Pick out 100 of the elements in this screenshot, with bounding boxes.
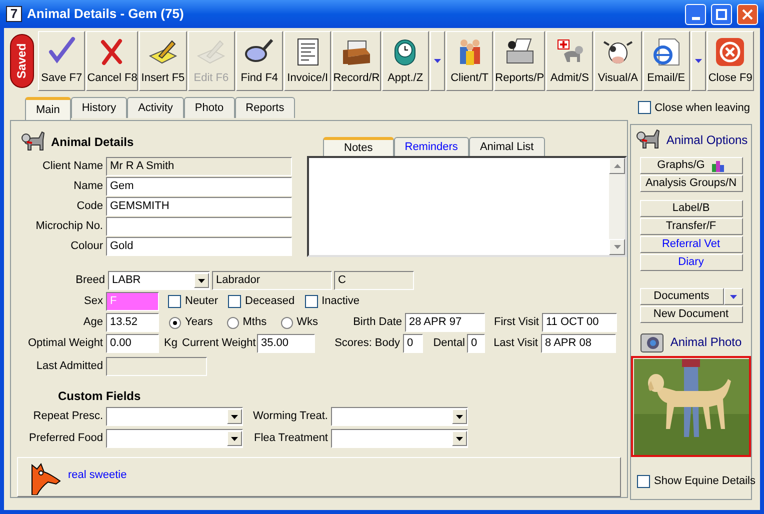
- radio-button[interactable]: [226, 316, 239, 328]
- chart-icon: [710, 158, 725, 172]
- dropdown[interactable]: [331, 407, 468, 426]
- toolbar-button[interactable]: Invoice/I: [284, 31, 332, 91]
- field-label: Kg: [164, 336, 178, 352]
- toolbar-button[interactable]: Email/E: [642, 31, 690, 91]
- field-label: Last Visit: [492, 336, 539, 352]
- notes-area[interactable]: [307, 156, 627, 257]
- text-field[interactable]: 13.52: [106, 313, 159, 332]
- text-field[interactable]: [106, 217, 292, 236]
- option-button[interactable]: Transfer/F: [640, 218, 742, 235]
- radio-label: Mths: [242, 315, 267, 330]
- option-button[interactable]: Label/B: [640, 200, 742, 217]
- tab[interactable]: Reminders: [394, 137, 469, 156]
- checkbox[interactable]: [637, 474, 650, 488]
- panel-title: Animal Photo: [670, 334, 742, 351]
- tab[interactable]: Photo: [184, 97, 235, 118]
- toolbar-button[interactable]: Find F4: [236, 31, 284, 91]
- checkbox[interactable]: [228, 295, 242, 308]
- close-button[interactable]: [737, 4, 758, 24]
- dropdown-button[interactable]: [724, 288, 742, 305]
- maximize-button[interactable]: [711, 4, 732, 24]
- memo-text: real sweetie: [68, 468, 127, 483]
- toolbar-button[interactable]: Insert F5: [139, 31, 187, 91]
- camera-icon: [640, 331, 664, 353]
- tab[interactable]: Main: [25, 97, 71, 120]
- option-button[interactable]: Diary: [640, 254, 742, 271]
- toolbar-button[interactable]: Reports/P: [494, 31, 546, 91]
- dropdown[interactable]: [106, 407, 243, 426]
- field-label: Birth Date: [352, 315, 403, 330]
- text-field[interactable]: 8 APR 08: [541, 334, 616, 353]
- tab[interactable]: Reports: [234, 97, 296, 118]
- tab[interactable]: History: [70, 97, 128, 118]
- text-field[interactable]: 0: [467, 334, 485, 353]
- field-label: Microchip No.: [34, 219, 104, 234]
- section-title: Animal Details: [51, 134, 134, 151]
- dropdown-button[interactable]: [690, 31, 706, 91]
- checkbox[interactable]: [304, 295, 318, 308]
- toolbar-button[interactable]: Visual/A: [594, 31, 642, 91]
- option-button[interactable]: New Document: [640, 306, 742, 323]
- app-icon: 7: [6, 6, 22, 22]
- down-arrow-icon: [614, 245, 620, 249]
- dropdown[interactable]: [106, 429, 243, 448]
- field-label: Optimal Weight: [27, 336, 104, 352]
- text-field[interactable]: C: [334, 271, 414, 290]
- text-field[interactable]: Gold: [106, 237, 292, 256]
- status-badge: Saved: [10, 34, 34, 88]
- option-button[interactable]: Analysis Groups/N: [640, 175, 742, 192]
- text-field[interactable]: Labrador: [212, 271, 332, 290]
- field-label: Scores: Body: [334, 336, 401, 352]
- text-field[interactable]: [106, 357, 207, 376]
- field-label: Current Weight: [182, 336, 257, 352]
- text-field[interactable]: Gem: [106, 177, 292, 196]
- text-field[interactable]: Mr R A Smith: [106, 157, 292, 176]
- dropdown-button[interactable]: [430, 31, 445, 91]
- text-field[interactable]: 11 OCT 00: [542, 313, 617, 332]
- option-button[interactable]: Graphs/G: [640, 157, 742, 174]
- up-arrow-icon: [614, 164, 620, 168]
- scrollbar[interactable]: [609, 158, 625, 255]
- option-button[interactable]: Documents: [640, 288, 724, 305]
- minimize-button[interactable]: [685, 4, 706, 24]
- toolbar-button[interactable]: Record/R: [332, 31, 381, 91]
- field-label: Dental: [432, 336, 466, 352]
- field-label: Code: [76, 199, 104, 214]
- tab[interactable]: Activity: [127, 97, 184, 118]
- caret-icon: [231, 414, 238, 418]
- field-label: Last Admitted: [35, 359, 104, 374]
- field-label: Repeat Presc.: [32, 409, 104, 424]
- caret-icon: [456, 436, 463, 440]
- text-field[interactable]: 0: [403, 334, 423, 353]
- checkbox[interactable]: [168, 295, 181, 308]
- field-label: Name: [72, 179, 104, 194]
- toolbar-button[interactable]: Cancel F8: [86, 31, 138, 91]
- radio-label: Years: [185, 315, 213, 330]
- field-label: Breed: [74, 273, 106, 288]
- tab[interactable]: Animal List: [468, 137, 545, 156]
- toolbar-button[interactable]: Client/T: [446, 31, 494, 91]
- tab[interactable]: Notes: [323, 137, 394, 156]
- text-field[interactable]: 35.00: [257, 334, 315, 353]
- toolbar-button[interactable]: Close F9: [706, 31, 754, 91]
- toolbar-button[interactable]: Admit/S: [546, 31, 594, 91]
- toolbar-button[interactable]: Appt./Z: [382, 31, 429, 91]
- field-label: Age: [82, 315, 104, 330]
- field-label: Colour: [70, 239, 104, 254]
- field-label: Preferred Food: [28, 431, 104, 446]
- option-button[interactable]: Referral Vet: [640, 236, 742, 253]
- radio-button[interactable]: [280, 316, 293, 328]
- text-field[interactable]: 28 APR 97: [405, 313, 485, 332]
- dropdown[interactable]: LABR: [108, 271, 210, 290]
- field-label: First Visit: [492, 315, 540, 330]
- caret-icon: [198, 278, 205, 282]
- text-field[interactable]: GEMSMITH: [106, 197, 292, 216]
- radio-button[interactable]: [169, 316, 181, 328]
- text-field[interactable]: 0.00: [106, 334, 159, 353]
- checkbox-label: Deceased: [245, 294, 295, 310]
- toolbar-button[interactable]: Save F7: [38, 31, 86, 91]
- caret-icon: [730, 294, 736, 298]
- checkbox[interactable]: [638, 101, 651, 114]
- field-label: Flea Treatment: [253, 431, 329, 446]
- dropdown[interactable]: [331, 429, 468, 448]
